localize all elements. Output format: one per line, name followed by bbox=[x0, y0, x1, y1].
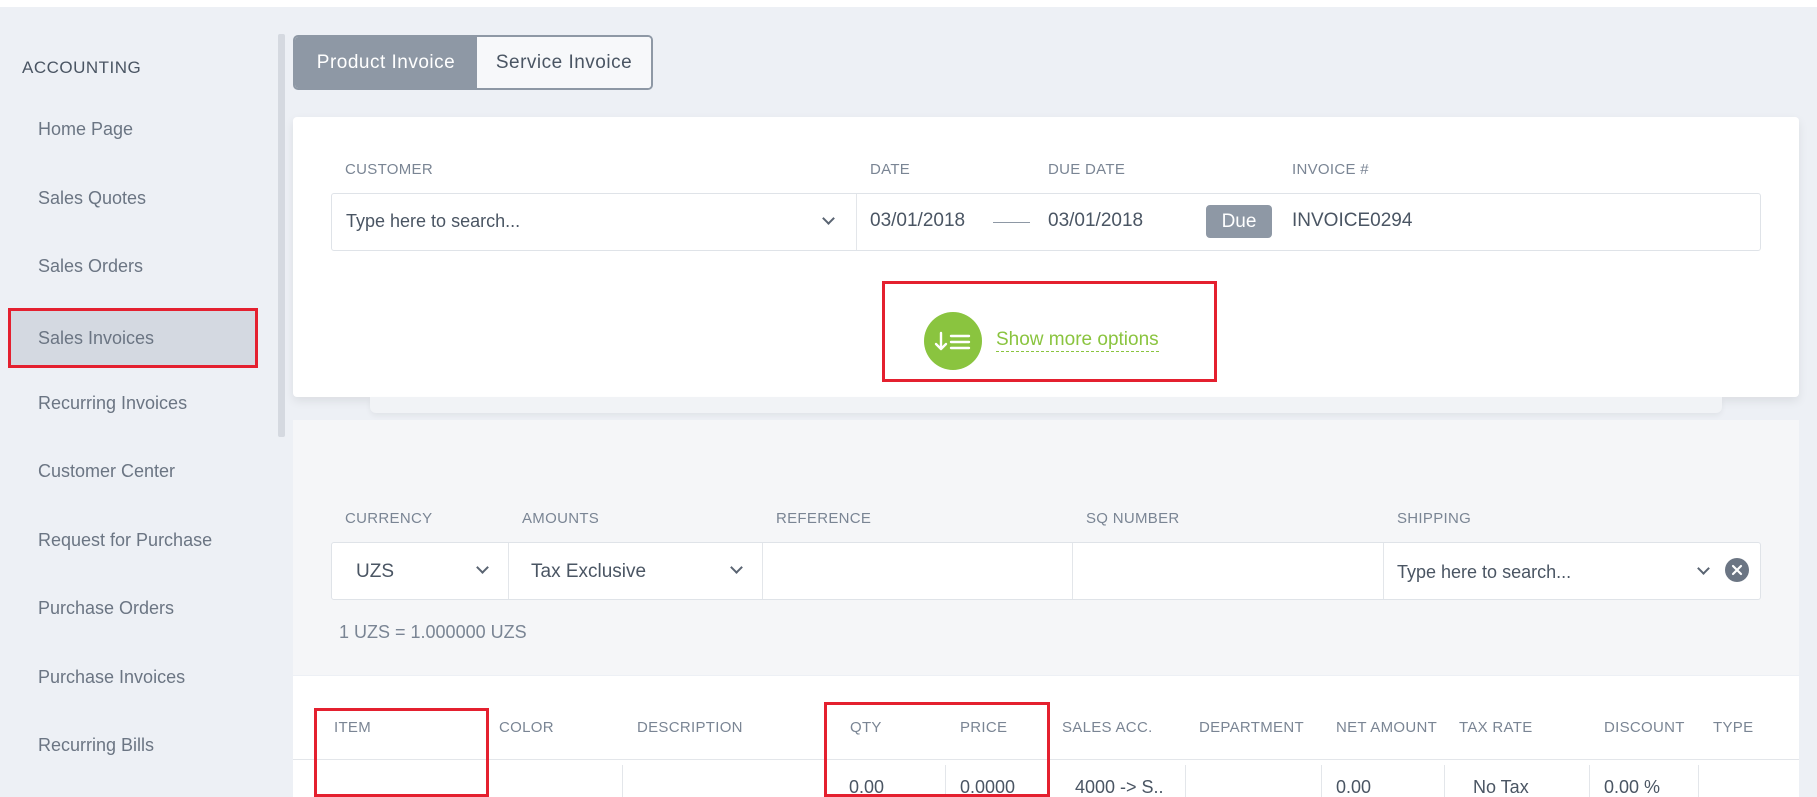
cell-divider bbox=[1185, 765, 1186, 797]
cell-divider bbox=[622, 765, 623, 797]
cell-divider bbox=[1589, 765, 1590, 797]
field-divider bbox=[1383, 543, 1384, 599]
col-header-type: TYPE bbox=[1713, 719, 1754, 736]
sales-acc-cell[interactable]: 4000 -> S.. bbox=[1075, 777, 1164, 797]
close-icon[interactable] bbox=[1725, 558, 1749, 582]
col-header-sales-acc: SALES ACC. bbox=[1062, 719, 1153, 736]
qty-price-highlight bbox=[824, 702, 1050, 797]
main-top-strip bbox=[293, 0, 1817, 7]
sidebar-heading: ACCOUNTING bbox=[22, 58, 142, 77]
invoice-number-field[interactable]: INVOICE0294 bbox=[1292, 210, 1412, 232]
field-divider bbox=[508, 543, 509, 599]
product-invoice-tab[interactable]: Product Invoice bbox=[295, 37, 477, 88]
date-label: DATE bbox=[870, 161, 911, 178]
field-divider bbox=[1072, 543, 1073, 599]
sort-list-icon[interactable] bbox=[924, 312, 982, 370]
currency-select[interactable]: UZS bbox=[356, 561, 394, 583]
amounts-label: AMOUNTS bbox=[522, 510, 600, 527]
tax-rate-cell[interactable]: No Tax bbox=[1473, 777, 1529, 797]
sidebar-scrollbar[interactable] bbox=[278, 34, 285, 437]
sidebar-top-strip bbox=[0, 0, 293, 7]
customer-label: CUSTOMER bbox=[345, 161, 433, 178]
field-divider bbox=[856, 194, 857, 250]
shipping-search-input[interactable]: Type here to search... bbox=[1397, 562, 1571, 583]
cell-divider bbox=[1321, 765, 1322, 797]
customer-search-input[interactable]: Type here to search... bbox=[346, 211, 520, 232]
cell-divider bbox=[1444, 765, 1445, 797]
col-header-department: DEPARTMENT bbox=[1199, 719, 1304, 736]
invoice-type-toggle: Product Invoice Service Invoice bbox=[293, 35, 653, 90]
field-divider bbox=[762, 543, 763, 599]
col-header-discount: DISCOUNT bbox=[1604, 719, 1685, 736]
sidebar-item-home-page[interactable]: Home Page bbox=[38, 119, 133, 140]
sidebar-item-request-for-purchase[interactable]: Request for Purchase bbox=[38, 530, 212, 551]
sidebar-item-recurring-invoices[interactable]: Recurring Invoices bbox=[38, 393, 187, 414]
service-invoice-tab[interactable]: Service Invoice bbox=[477, 37, 651, 88]
sidebar-item-purchase-invoices[interactable]: Purchase Invoices bbox=[38, 667, 185, 688]
col-header-description: DESCRIPTION bbox=[637, 719, 743, 736]
amounts-select[interactable]: Tax Exclusive bbox=[531, 561, 646, 583]
due-date-field[interactable]: 03/01/2018 bbox=[1048, 210, 1143, 232]
reference-label: REFERENCE bbox=[776, 510, 872, 527]
sidebar-item-sales-orders[interactable]: Sales Orders bbox=[38, 256, 143, 277]
date-field[interactable]: 03/01/2018 bbox=[870, 210, 965, 232]
col-header-net-amount: NET AMOUNT bbox=[1336, 719, 1438, 736]
shipping-label: SHIPPING bbox=[1397, 510, 1472, 527]
due-date-label: DUE DATE bbox=[1048, 161, 1126, 178]
exchange-rate-text: 1 UZS = 1.000000 UZS bbox=[339, 622, 527, 642]
due-badge[interactable]: Due bbox=[1206, 205, 1272, 238]
card-stack-shadow bbox=[370, 397, 1722, 413]
col-header-tax-rate: TAX RATE bbox=[1459, 719, 1533, 736]
discount-cell[interactable]: 0.00 % bbox=[1604, 777, 1660, 797]
currency-label: CURRENCY bbox=[345, 510, 433, 527]
sidebar-item-sales-quotes[interactable]: Sales Quotes bbox=[38, 188, 146, 209]
sidebar-item-sales-invoices[interactable]: Sales Invoices bbox=[8, 308, 258, 368]
net-amount-cell: 0.00 bbox=[1336, 777, 1372, 797]
sq-number-label: SQ NUMBER bbox=[1086, 510, 1180, 527]
date-range-dash bbox=[993, 222, 1030, 223]
col-header-color: COLOR bbox=[499, 719, 554, 736]
sidebar-item-purchase-orders[interactable]: Purchase Orders bbox=[38, 598, 174, 619]
sidebar-item-customer-center[interactable]: Customer Center bbox=[38, 461, 175, 482]
invoice-number-label: INVOICE # bbox=[1292, 161, 1369, 178]
header-fields-row bbox=[331, 193, 1761, 251]
item-column-highlight bbox=[314, 708, 489, 797]
sidebar-item-recurring-bills[interactable]: Recurring Bills bbox=[38, 735, 154, 756]
sidebar-item-label: Sales Invoices bbox=[38, 328, 155, 348]
show-more-options-link[interactable]: Show more options bbox=[996, 329, 1159, 352]
cell-divider bbox=[1698, 765, 1699, 797]
